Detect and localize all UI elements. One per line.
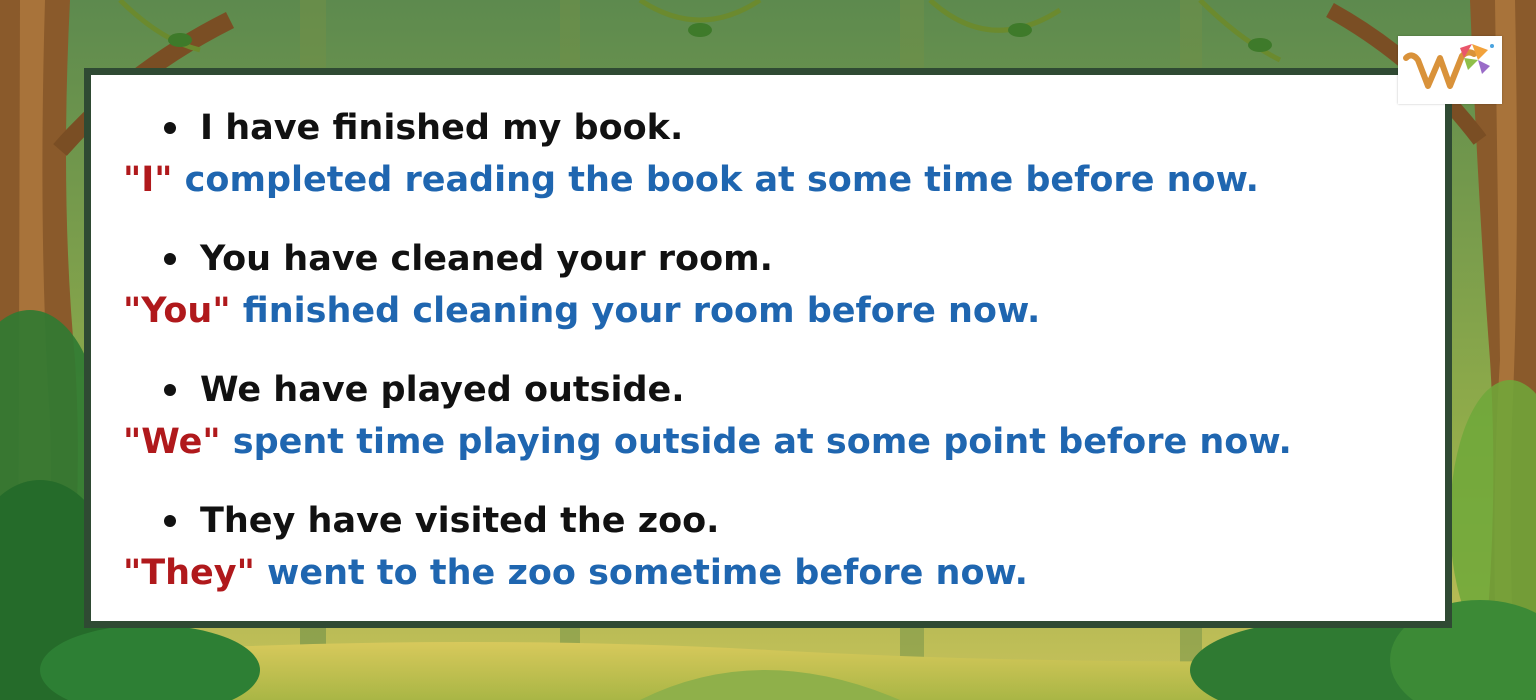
bullet-icon — [164, 384, 176, 396]
example-explanation: "They" went to the zoo sometime before n… — [123, 546, 1425, 600]
brand-logo — [1398, 36, 1502, 104]
bullet-icon — [164, 122, 176, 134]
subject-label: "You" — [123, 291, 231, 331]
example-sentence: They have visited the zoo. — [123, 496, 1425, 546]
sentence-text: We have played outside. — [200, 370, 685, 410]
explanation-text: finished cleaning your room before now. — [230, 291, 1041, 331]
explanation-text: completed reading the book at some time … — [172, 160, 1259, 200]
subject-label: "We" — [123, 422, 221, 462]
bullet-icon — [164, 515, 176, 527]
sentence-text: I have finished my book. — [200, 108, 684, 148]
explanation-text: spent time playing outside at some point… — [220, 422, 1292, 462]
content-card: I have finished my book. "I" completed r… — [84, 68, 1452, 628]
example-item: You have cleaned your room. "You" finish… — [123, 234, 1425, 338]
example-explanation: "We" spent time playing outside at some … — [123, 415, 1425, 469]
example-explanation: "You" finished cleaning your room before… — [123, 284, 1425, 338]
example-sentence: We have played outside. — [123, 365, 1425, 415]
example-explanation: "I" completed reading the book at some t… — [123, 153, 1425, 207]
sentence-text: You have cleaned your room. — [200, 239, 773, 279]
example-item: We have played outside. "We" spent time … — [123, 365, 1425, 469]
subject-label: "They" — [123, 553, 255, 593]
brand-logo-icon — [1403, 44, 1494, 89]
bullet-icon — [164, 253, 176, 265]
sentence-text: They have visited the zoo. — [200, 501, 720, 541]
example-sentence: I have finished my book. — [123, 103, 1425, 153]
example-sentence: You have cleaned your room. — [123, 234, 1425, 284]
subject-label: "I" — [123, 160, 173, 200]
example-item: They have visited the zoo. "They" went t… — [123, 496, 1425, 600]
example-item: I have finished my book. "I" completed r… — [123, 103, 1425, 207]
explanation-text: went to the zoo sometime before now. — [254, 553, 1028, 593]
examples-list: I have finished my book. "I" completed r… — [123, 103, 1425, 627]
